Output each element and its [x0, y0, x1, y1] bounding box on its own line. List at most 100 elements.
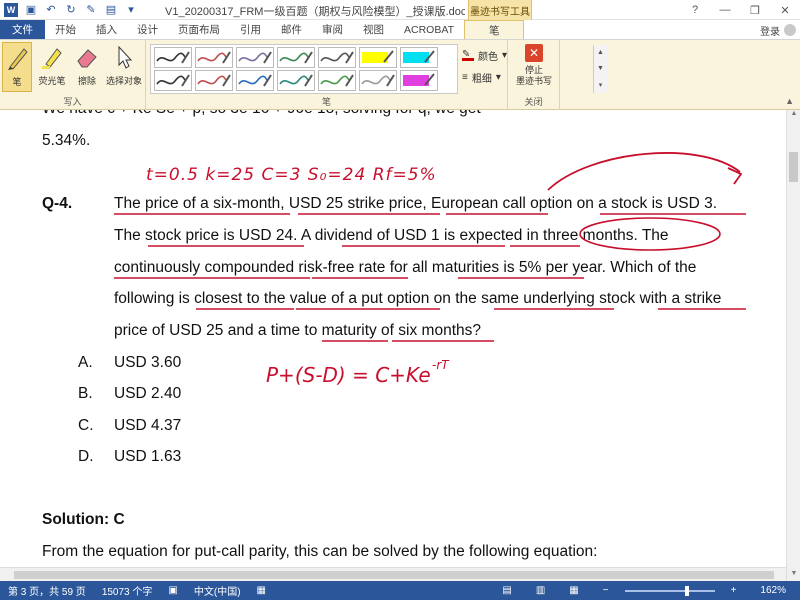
- tab-acrobat[interactable]: ACROBAT: [394, 20, 464, 39]
- close-button[interactable]: ✕: [770, 0, 800, 20]
- ink-givens: t=0.5 k=25 C=3 S₀=24 Rf=5%: [146, 165, 437, 185]
- tab-page-layout[interactable]: 页面布局: [168, 20, 230, 39]
- tab-references[interactable]: 引用: [230, 20, 271, 39]
- window-title: V1_20200317_FRM一级百题（期权与风险模型）_授课版.docx - …: [165, 6, 465, 18]
- thickness-dropdown[interactable]: ≡ 粗细 ▾: [462, 66, 507, 88]
- zoom-out-icon[interactable]: −: [595, 585, 617, 596]
- question-line-5: price of USD 25 and a time to maturity o…: [114, 322, 481, 339]
- collapse-ribbon-icon[interactable]: ▲: [785, 96, 794, 106]
- pen-swatch[interactable]: [154, 70, 192, 91]
- login-link[interactable]: 登录: [760, 23, 780, 38]
- color-icon: ✎: [462, 49, 474, 61]
- redo-icon[interactable]: ↻: [64, 3, 78, 17]
- pen-swatch-icon: [197, 51, 231, 64]
- scroll-up-icon[interactable]: ▲: [787, 110, 800, 122]
- tab-home[interactable]: 开始: [45, 20, 86, 39]
- color-dropdown[interactable]: ✎ 颜色 ▾: [462, 44, 507, 66]
- pen-swatch-icon: [361, 74, 395, 87]
- zoom-slider[interactable]: [624, 585, 715, 596]
- highlighter-swatch-icon: [403, 73, 435, 86]
- zoom-slider-knob[interactable]: [684, 585, 689, 596]
- stop-inking-button[interactable]: ✕ 停止 墨迹书写: [512, 44, 556, 94]
- pen-swatch[interactable]: [154, 47, 192, 68]
- save-icon[interactable]: ▣: [24, 3, 38, 17]
- ink-formula: P+(S-D) = C+Ke: [266, 363, 431, 387]
- help-button[interactable]: ?: [680, 0, 710, 20]
- vertical-scroll-thumb[interactable]: [789, 152, 798, 182]
- read-mode-icon[interactable]: ▤: [494, 585, 519, 596]
- pen-swatch-icon: [279, 74, 313, 87]
- vertical-scrollbar[interactable]: ▲ ▼: [786, 110, 800, 582]
- pen-swatch[interactable]: [277, 47, 315, 68]
- pen-swatch[interactable]: [359, 70, 397, 91]
- tab-file[interactable]: 文件: [0, 20, 45, 39]
- tab-pen[interactable]: 笔: [463, 20, 525, 39]
- option-a-text: USD 3.60: [114, 354, 182, 371]
- horizontal-scroll-thumb[interactable]: [14, 571, 774, 579]
- pen-swatch[interactable]: [400, 70, 438, 91]
- pen-swatch[interactable]: [195, 70, 233, 91]
- write-group: 笔 荧光笔 擦除 选择对象 写入: [0, 40, 146, 110]
- web-layout-icon[interactable]: ▦: [561, 585, 586, 596]
- pen-swatch[interactable]: [318, 70, 356, 91]
- horizontal-scrollbar[interactable]: [0, 567, 786, 581]
- tab-mailings[interactable]: 邮件: [271, 20, 312, 39]
- highlighter-swatch-icon: [362, 50, 394, 63]
- option-b-letter: B.: [78, 385, 93, 402]
- select-objects-button[interactable]: 选择对象: [104, 42, 144, 92]
- gallery-up-icon[interactable]: ▲: [597, 49, 604, 56]
- minimize-button[interactable]: —: [710, 0, 740, 20]
- window-controls: ? — ❐ ✕: [680, 0, 800, 20]
- ink-tools-context-header: 墨迹书写工具: [468, 0, 532, 20]
- open-icon[interactable]: ▤: [104, 3, 118, 17]
- highlighter-button[interactable]: 荧光笔: [36, 42, 68, 92]
- undo-icon[interactable]: ↶: [44, 3, 58, 17]
- gallery-scroll[interactable]: ▲ ▼ ▾: [593, 45, 607, 93]
- pen-swatch[interactable]: [277, 70, 315, 91]
- language[interactable]: 中文(中国): [186, 583, 249, 598]
- cursor-arrow-icon: [118, 45, 133, 69]
- word-logo-icon: W: [4, 2, 18, 17]
- zoom-in-icon[interactable]: +: [723, 585, 745, 596]
- customize-qat-icon[interactable]: ▾: [124, 3, 138, 17]
- pen-swatch[interactable]: [318, 47, 356, 68]
- pen-swatch[interactable]: [359, 47, 397, 68]
- pen-gallery: ▲ ▼ ▾: [150, 44, 607, 94]
- tab-review[interactable]: 审阅: [312, 20, 353, 39]
- draw-touch-icon[interactable]: ✎: [84, 3, 98, 17]
- ink-formula-exponent: -rT: [432, 358, 450, 372]
- macro-icon[interactable]: ▦: [249, 585, 274, 596]
- gallery-down-icon[interactable]: ▼: [597, 65, 604, 72]
- pen-icon: [8, 48, 28, 70]
- proofing-icon[interactable]: ▣: [160, 585, 185, 596]
- pen-swatch[interactable]: [236, 47, 274, 68]
- stop-inking-icon: ✕: [525, 44, 543, 62]
- ink-arrow-curve: [547, 152, 741, 191]
- tab-design[interactable]: 设计: [127, 20, 168, 39]
- word-count[interactable]: 15073 个字: [94, 583, 161, 598]
- highlighter-icon: [42, 48, 62, 69]
- gallery-more-icon[interactable]: ▾: [599, 81, 603, 89]
- print-layout-icon[interactable]: ▥: [528, 585, 553, 596]
- question-line-4: following is closest to the value of a p…: [114, 290, 722, 307]
- pen-options: ✎ 颜色 ▾ ≡ 粗细 ▾: [462, 44, 507, 88]
- question-line-2: The stock price is USD 24. A dividend of…: [114, 227, 669, 244]
- page-count[interactable]: 第 3 页，共 59 页: [0, 583, 94, 598]
- pen-swatch-icon: [156, 51, 190, 64]
- option-a-letter: A.: [78, 354, 93, 371]
- pen-swatch[interactable]: [195, 47, 233, 68]
- eraser-button[interactable]: 擦除: [72, 42, 102, 92]
- zoom-level[interactable]: 162%: [752, 585, 794, 596]
- pen-swatch[interactable]: [236, 70, 274, 91]
- ink-arrow-head: [727, 167, 743, 185]
- restore-button[interactable]: ❐: [740, 0, 770, 20]
- pen-swatch[interactable]: [400, 47, 438, 68]
- tab-view[interactable]: 视图: [353, 20, 394, 39]
- write-group-label: 写入: [63, 97, 82, 107]
- close-group-label: 关闭: [524, 97, 543, 107]
- pen-button[interactable]: 笔: [2, 42, 32, 92]
- tab-insert[interactable]: 插入: [86, 20, 127, 39]
- account-avatar-icon[interactable]: [784, 24, 796, 36]
- document-page[interactable]: We have c + Ke Se + p, so 3e 16 + 90e 18…: [0, 110, 786, 582]
- question-line-1: The price of a six-month, USD 25 strike …: [114, 195, 718, 212]
